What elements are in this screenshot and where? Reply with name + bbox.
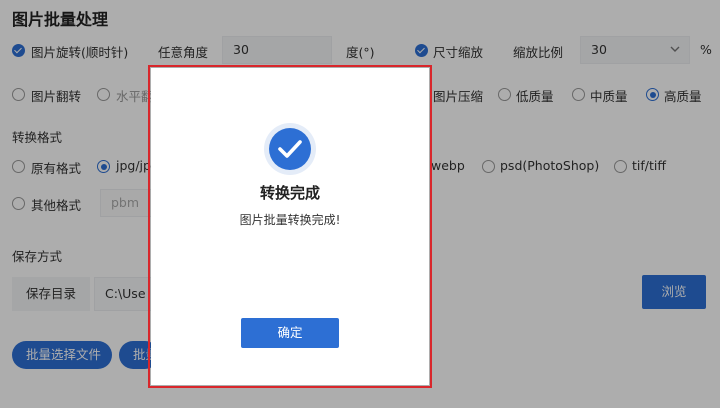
dialog-focus-outline (148, 65, 432, 388)
